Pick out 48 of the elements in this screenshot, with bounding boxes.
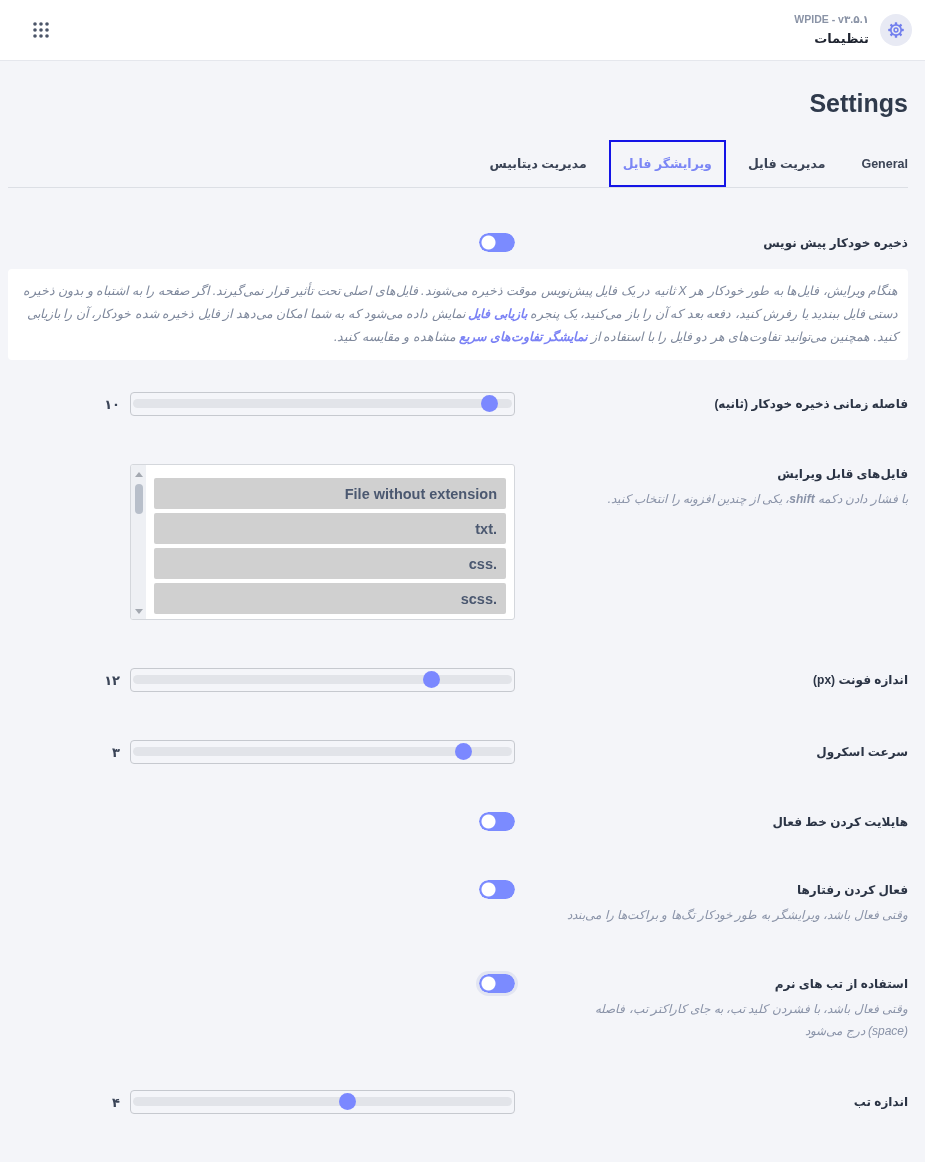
slider-track[interactable] [130,740,515,764]
toggle-switch[interactable] [476,971,518,996]
setting-label: ذخیره خودکار پیش نویس [762,235,908,253]
setting-label: استفاده از تب های نرم [773,976,908,994]
slider-track[interactable] [130,1090,515,1114]
info-text: هنگام ویرایش، فایل‌ها به طور خودکار هر X ثانیه در یک فایل پیش‌نویس موقت ذخیره می‌شوند. فایل‌های اصلی تحت تأثیر قرار نمی‌گیرند. اگر صفحه را به اشتباه و بدون ذخیره دستی فایل ببندید یا رفرش کنید، دفعه بعد که آن را باز می‌کنید، یک پنجره بازیابی فایل نمایش داده می‌شود که به شما امکان می‌دهد از فایل ذخیره شده خودکار، آن را بازیابی کنید. همچنین می‌توانید تفاوت‌های هر دو فایل را با استفاده از نمایشگر تفاوت‌های سریع مشاهده و مقایسه کنید. [22,281,898,347]
header-title: تنظیمات [814,29,869,48]
slider-thumb[interactable] [339,1093,357,1110]
slider-value: ۳ [112,744,120,760]
dots-grid-icon[interactable] [32,21,50,39]
slider-thumb[interactable] [455,743,473,760]
scroll-down-icon[interactable] [134,609,143,614]
slider-thumb[interactable] [480,395,498,412]
slider-value: ۱۲ [104,672,120,688]
gear-icon [880,14,912,46]
setting-label: سرعت اسکرول [815,744,908,762]
slider-track[interactable] [130,392,515,416]
scrollbar[interactable] [131,465,146,619]
slider-value: ۴ [112,1094,120,1110]
setting-label: فاصله زمانی ذخیره خودکار (ثانیه) [713,396,908,414]
list-option[interactable]: txt. [154,513,506,544]
list-option[interactable]: File without extension [154,478,506,509]
slider-track[interactable] [130,668,515,692]
list-option[interactable]: scss. [154,583,506,614]
toggle-switch[interactable] [479,233,515,252]
inline-link[interactable]: بازیابی فایل [468,307,527,321]
slider-thumb[interactable] [422,671,440,688]
tab[interactable]: مدیریت فایل [733,140,840,187]
toggle-switch[interactable] [479,812,515,831]
inline-link[interactable]: نمایشگر تفاوت‌های سریع [459,330,588,344]
list-option[interactable]: css. [154,548,506,579]
listbox[interactable]: File without extension txt. css. scss. [130,464,515,620]
setting-description: وقتی فعال باشد، با فشردن کلید تب، به جای کاراکتر تب، فاصله (space) درج می‌شود [594,1001,908,1040]
app-version: WPIDE - v۳.۵.۱ [794,11,869,26]
setting-label: اندازه تب [852,1094,908,1111]
tab[interactable]: ویرایشگر فایل [608,140,726,187]
setting-label: فایل‌های قابل ویرایش [776,466,908,484]
tab[interactable]: مدیریت دیتابیس [475,140,601,187]
setting-label: هایلایت کردن خط فعال [771,814,908,831]
setting-label: فعال کردن رفتارها [796,882,908,899]
tab[interactable]: General [847,140,922,187]
setting-description: وقتی فعال باشد، ویرایشگر به طور خودکار تگ‌ها و براکت‌ها را می‌بندد [566,907,908,924]
setting-label: اندازه فونت (px) [812,672,908,690]
slider-value: ۱۰ [104,396,120,412]
scroll-up-icon[interactable] [134,472,143,477]
page-title: Settings [808,88,908,118]
scrollbar-thumb[interactable] [134,484,143,514]
toggle-switch[interactable] [479,880,515,899]
